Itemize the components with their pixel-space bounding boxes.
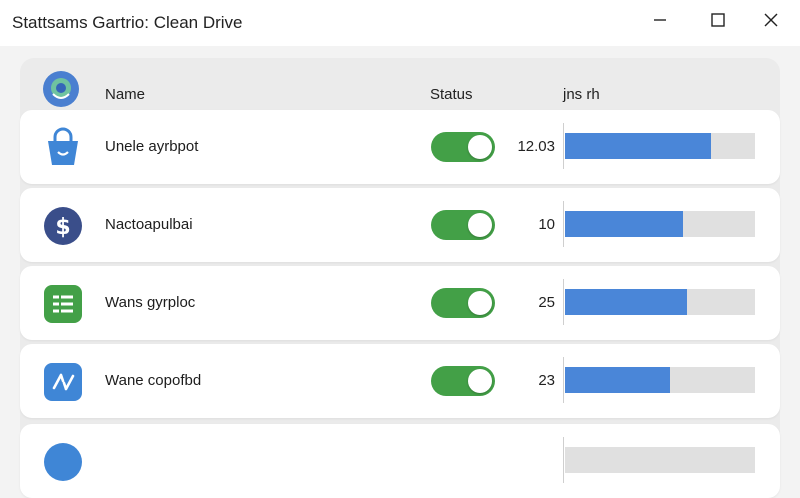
list-header: Name Status jns rh	[20, 64, 780, 110]
bar-divider	[563, 279, 564, 325]
bar-divider	[563, 437, 564, 483]
bar-divider	[563, 201, 564, 247]
close-icon	[764, 13, 778, 27]
item-name: Nactoapulbai	[105, 216, 193, 233]
usage-bar	[563, 201, 755, 247]
toggle-knob	[468, 291, 492, 315]
item-name: Unele ayrbpot	[105, 138, 199, 155]
status-toggle[interactable]	[431, 288, 495, 318]
status-toggle[interactable]	[431, 366, 495, 396]
usage-bar	[563, 123, 755, 169]
item-value: 25	[538, 294, 555, 311]
usage-bar	[563, 437, 755, 483]
swap-arrows-icon	[42, 361, 84, 403]
list-item[interactable]: Unele ayrbpot 12.03	[20, 110, 780, 184]
bar-divider	[563, 123, 564, 169]
column-header-size[interactable]: jns rh	[563, 86, 600, 103]
usage-bar	[563, 357, 755, 403]
bar-divider	[563, 357, 564, 403]
usage-bar-fill	[565, 133, 712, 159]
toggle-knob	[468, 369, 492, 393]
list-item[interactable]: $ Nactoapulbai 10	[20, 188, 780, 262]
status-toggle[interactable]	[431, 132, 495, 162]
item-value: 12.03	[517, 138, 555, 155]
maximize-button[interactable]	[700, 6, 736, 34]
item-value: 10	[538, 216, 555, 233]
usage-bar-fill	[565, 367, 670, 393]
usage-bar-fill	[565, 289, 687, 315]
usage-bar-fill	[565, 211, 683, 237]
item-name: Wane copofbd	[105, 372, 202, 389]
item-name: Wans gyrploc	[105, 294, 196, 311]
dollar-coin-icon: $	[42, 205, 84, 247]
window-title: Stattsams Gartrio: Clean Drive	[12, 13, 243, 32]
list-item[interactable]: Wane copofbd 23	[20, 344, 780, 418]
toggle-knob	[468, 213, 492, 237]
minimize-icon	[654, 19, 666, 21]
app-logo-icon	[43, 71, 79, 107]
item-value: 23	[538, 372, 555, 389]
column-header-name[interactable]: Name	[105, 86, 145, 103]
title-bar: Stattsams Gartrio: Clean Drive	[0, 0, 800, 46]
toggle-knob	[468, 135, 492, 159]
list-document-icon	[42, 283, 84, 325]
item-icon	[42, 441, 84, 483]
usage-bar	[563, 279, 755, 325]
list-item[interactable]: Wans gyrploc 25	[20, 266, 780, 340]
status-toggle[interactable]	[431, 210, 495, 240]
shopping-bag-icon	[42, 127, 84, 169]
svg-text:$: $	[55, 215, 70, 240]
close-button[interactable]	[753, 6, 789, 34]
maximize-icon	[711, 13, 725, 27]
minimize-button[interactable]	[642, 6, 678, 34]
column-header-status[interactable]: Status	[430, 86, 473, 103]
list-item[interactable]	[20, 424, 780, 498]
